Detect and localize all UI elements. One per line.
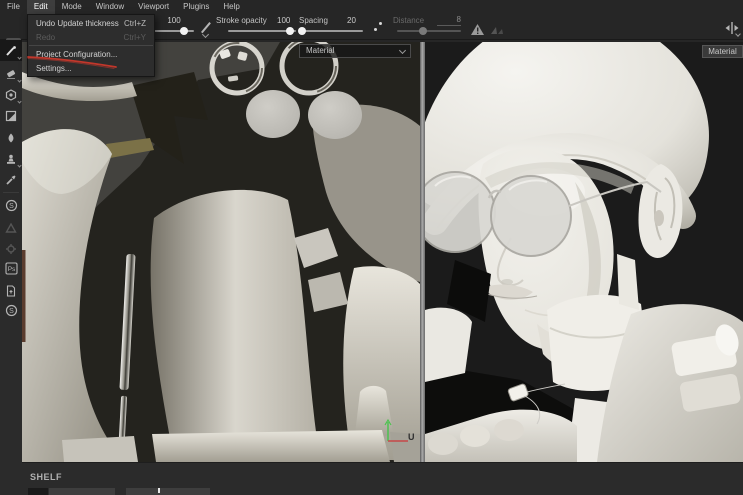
document-icon bbox=[6, 284, 16, 297]
menu-edit[interactable]: Edit bbox=[26, 0, 55, 14]
shortcut-undo: Ctrl+Z bbox=[124, 18, 146, 28]
stroke-opacity-label: Stroke opacity bbox=[216, 16, 267, 25]
spacing-label: Spacing bbox=[299, 16, 328, 25]
photoshop-export-tool[interactable]: Ps bbox=[0, 258, 22, 279]
eraser-icon bbox=[7, 69, 16, 79]
menu-bar: File Edit Mode Window Viewport Plugins H… bbox=[0, 0, 743, 14]
distance-field[interactable]: 8 bbox=[437, 15, 461, 26]
material-button-3d-label: Material bbox=[708, 47, 737, 56]
spacing-value: 20 bbox=[347, 16, 356, 25]
projection-icon bbox=[5, 88, 17, 101]
symmetry-icon[interactable] bbox=[724, 21, 742, 39]
uv-paint-render bbox=[22, 42, 420, 462]
svg-text:S: S bbox=[9, 203, 14, 210]
axis-u-label: U bbox=[408, 432, 415, 442]
viewport-splitter[interactable] bbox=[420, 42, 425, 462]
source-circle-icon: S bbox=[5, 199, 17, 212]
menu-item-undo[interactable]: Undo Update thickness Ctrl+Z bbox=[28, 16, 154, 30]
settings-tool[interactable] bbox=[0, 238, 22, 259]
menu-viewport[interactable]: Viewport bbox=[131, 0, 176, 14]
shelf-tab[interactable] bbox=[126, 488, 210, 495]
distance-label: Distance bbox=[393, 16, 425, 25]
material-dropdown-2d[interactable]: Material bbox=[299, 44, 411, 58]
menu-separator bbox=[29, 45, 153, 46]
particles-tool[interactable] bbox=[0, 217, 22, 238]
material-picker-tool[interactable] bbox=[0, 169, 22, 190]
shelf-tab[interactable] bbox=[28, 488, 48, 495]
chevron-down-icon bbox=[398, 46, 407, 55]
shelf-tab-cursor bbox=[158, 488, 160, 493]
source-tool[interactable]: S bbox=[0, 195, 22, 216]
character-render bbox=[425, 42, 743, 462]
menu-item-project-configuration[interactable]: Project Configuration... bbox=[28, 47, 154, 61]
spacing-slider[interactable] bbox=[301, 30, 363, 32]
clone-tool[interactable] bbox=[0, 148, 22, 169]
scatter-dots-icon[interactable] bbox=[374, 20, 384, 34]
tools-rail: S Ps S bbox=[0, 40, 22, 495]
application-window: U Material Material SHELF 100 Stroke opa… bbox=[0, 0, 743, 495]
smudge-icon bbox=[8, 133, 14, 142]
paint-brush-icon bbox=[6, 45, 16, 56]
resources-tool[interactable]: S bbox=[0, 300, 22, 321]
shelf-title: SHELF bbox=[30, 472, 63, 482]
eraser-tool[interactable] bbox=[0, 63, 22, 84]
stroke-opacity-slider-handle[interactable] bbox=[286, 27, 294, 35]
distance-slider[interactable] bbox=[397, 30, 461, 32]
eyedropper-icon bbox=[6, 175, 16, 185]
clone-stamp-icon bbox=[7, 154, 15, 164]
menu-mode[interactable]: Mode bbox=[55, 0, 89, 14]
menu-help[interactable]: Help bbox=[216, 0, 246, 14]
distance-value: 8 bbox=[456, 15, 461, 24]
particles-icon bbox=[5, 222, 17, 233]
polygon-fill-tool[interactable] bbox=[0, 105, 22, 126]
shelf-tab[interactable] bbox=[49, 488, 115, 495]
svg-text:Ps: Ps bbox=[7, 266, 15, 273]
material-button-3d[interactable]: Material bbox=[702, 45, 743, 58]
photoshop-icon: Ps bbox=[4, 262, 18, 275]
stroke-preview-icon[interactable] bbox=[199, 20, 213, 39]
warning-icon bbox=[471, 22, 484, 40]
menu-file[interactable]: File bbox=[0, 0, 27, 14]
edit-menu-popup: Undo Update thickness Ctrl+Z Redo Ctrl+Y… bbox=[27, 14, 155, 77]
shortcut-redo: Ctrl+Y bbox=[123, 32, 146, 42]
menu-plugins[interactable]: Plugins bbox=[176, 0, 216, 14]
projection-tool[interactable] bbox=[0, 84, 22, 105]
paint-tool[interactable] bbox=[0, 40, 22, 61]
gear-icon bbox=[6, 243, 16, 254]
export-document-tool[interactable] bbox=[0, 280, 22, 301]
shelf-panel: SHELF bbox=[22, 462, 743, 495]
polygon-fill-icon bbox=[5, 110, 17, 121]
viewport-3d-canvas[interactable]: Material bbox=[425, 42, 743, 462]
menu-window[interactable]: Window bbox=[89, 0, 131, 14]
viewport-2d-canvas[interactable]: U Material bbox=[22, 42, 420, 462]
resources-circle-icon: S bbox=[5, 304, 17, 317]
spacing-slider-handle[interactable] bbox=[298, 27, 306, 35]
smudge-tool[interactable] bbox=[0, 127, 22, 148]
stroke-opacity-value: 100 bbox=[277, 16, 291, 25]
menu-item-settings[interactable]: Settings... bbox=[28, 61, 154, 75]
distance-slider-handle[interactable] bbox=[419, 27, 427, 35]
mirror-icon[interactable] bbox=[491, 23, 504, 41]
svg-text:S: S bbox=[9, 308, 14, 315]
menu-item-redo[interactable]: Redo Ctrl+Y bbox=[28, 30, 154, 44]
size-value: 100 bbox=[167, 16, 181, 25]
material-dropdown-2d-label: Material bbox=[306, 46, 335, 55]
size-slider-handle[interactable] bbox=[180, 27, 188, 35]
